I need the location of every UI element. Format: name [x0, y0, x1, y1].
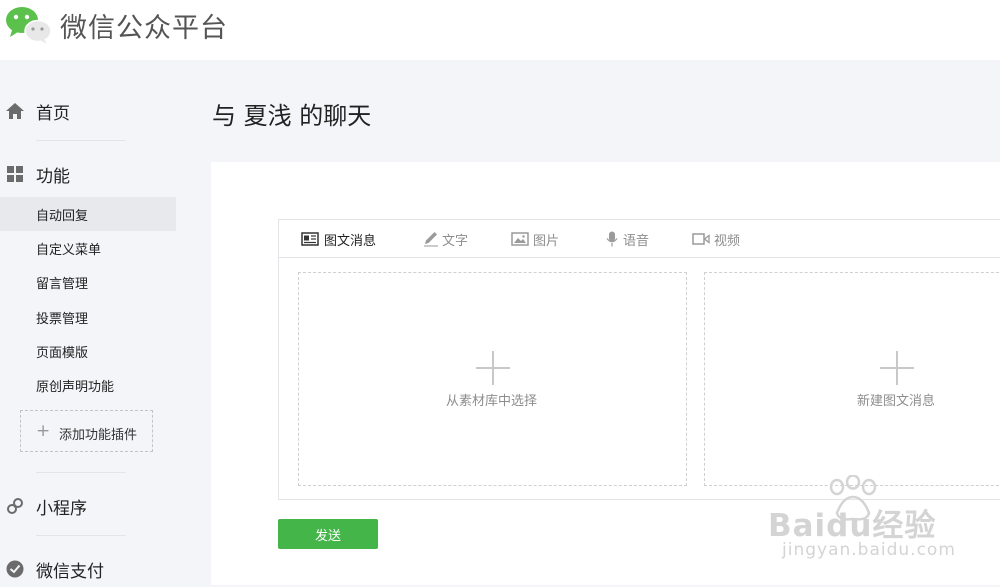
wechat-logo-icon [6, 7, 52, 44]
sidebar-section-wechat-pay[interactable]: 微信支付 [0, 549, 210, 587]
select-from-library-button[interactable]: 从素材库中选择 [298, 272, 687, 486]
create-news-button[interactable]: 新建图文消息 [704, 272, 1000, 486]
sidebar-item-label: 功能 [36, 167, 70, 187]
wechat-pay-icon [6, 560, 24, 578]
sidebar-item-label: 自动回复 [36, 209, 89, 224]
reply-editor: 图文消息 文字 图片 语音 视频 从素材库中选择 新建图文消息 [278, 219, 1000, 500]
sidebar-item-label: 留言管理 [36, 277, 89, 292]
sidebar-item-label: 投票管理 [36, 312, 89, 327]
send-button[interactable]: 发送 [278, 519, 378, 549]
sidebar-divider [36, 535, 126, 536]
sidebar-item-label: 页面模版 [36, 346, 89, 361]
plus-icon: + [36, 421, 51, 441]
tab-label: 文字 [442, 234, 469, 249]
create-news-label: 新建图文消息 [857, 394, 936, 409]
sidebar-item-vote-management[interactable]: 投票管理 [0, 300, 176, 334]
home-icon [6, 103, 24, 119]
tab-voice[interactable]: 语音 [603, 220, 655, 257]
sidebar-item-home[interactable]: 首页 [0, 91, 210, 129]
select-from-library-label: 从素材库中选择 [446, 394, 538, 409]
watermark-brand: Baidu经验 [768, 508, 937, 544]
sidebar-section-mini-program[interactable]: 小程序 [0, 486, 210, 524]
link-icon [7, 498, 23, 514]
sidebar-item-label: 原创声明功能 [36, 380, 115, 395]
sidebar: 首页 功能 自动回复 自定义菜单 留言管理 投票管理 页面模版 原创声明功能 +… [0, 60, 210, 585]
sidebar-item-custom-menu[interactable]: 自定义菜单 [0, 231, 176, 265]
grid-icon [7, 166, 23, 182]
microphone-icon [606, 231, 618, 247]
sidebar-section-features[interactable]: 功能 [0, 154, 210, 192]
add-plugin-button[interactable]: + 添加功能插件 [20, 410, 153, 452]
sidebar-item-page-template[interactable]: 页面模版 [0, 334, 176, 368]
tab-news[interactable]: 图文消息 [301, 220, 386, 257]
page-title: 与 夏浅 的聊天 [212, 102, 372, 130]
add-plugin-label: 添加功能插件 [59, 428, 138, 443]
tab-video[interactable]: 视频 [692, 220, 747, 257]
sidebar-item-comment-management[interactable]: 留言管理 [0, 265, 176, 299]
news-icon [301, 232, 319, 246]
top-bar: 微信公众平台 [0, 0, 1000, 60]
message-type-tabs: 图文消息 文字 图片 语音 视频 [279, 220, 1000, 258]
sidebar-divider [36, 472, 126, 473]
tab-label: 视频 [714, 234, 741, 249]
image-icon [511, 232, 529, 246]
sidebar-item-label: 自定义菜单 [36, 243, 102, 258]
tab-image[interactable]: 图片 [511, 220, 563, 257]
video-icon [692, 233, 710, 245]
tab-label: 图片 [533, 234, 560, 249]
sidebar-item-original-declaration[interactable]: 原创声明功能 [0, 368, 176, 402]
sidebar-item-label: 首页 [36, 104, 70, 124]
tab-label: 语音 [623, 234, 650, 249]
watermark-url: jingyan.baidu.com [782, 540, 956, 560]
sidebar-item-label: 小程序 [36, 499, 87, 519]
tab-text[interactable]: 文字 [422, 220, 474, 257]
platform-title: 微信公众平台 [60, 13, 228, 44]
tab-label: 图文消息 [324, 234, 377, 249]
pencil-icon [424, 232, 438, 247]
sidebar-item-label: 微信支付 [36, 562, 104, 582]
sidebar-item-auto-reply[interactable]: 自动回复 [0, 197, 176, 231]
sidebar-divider [36, 140, 126, 141]
